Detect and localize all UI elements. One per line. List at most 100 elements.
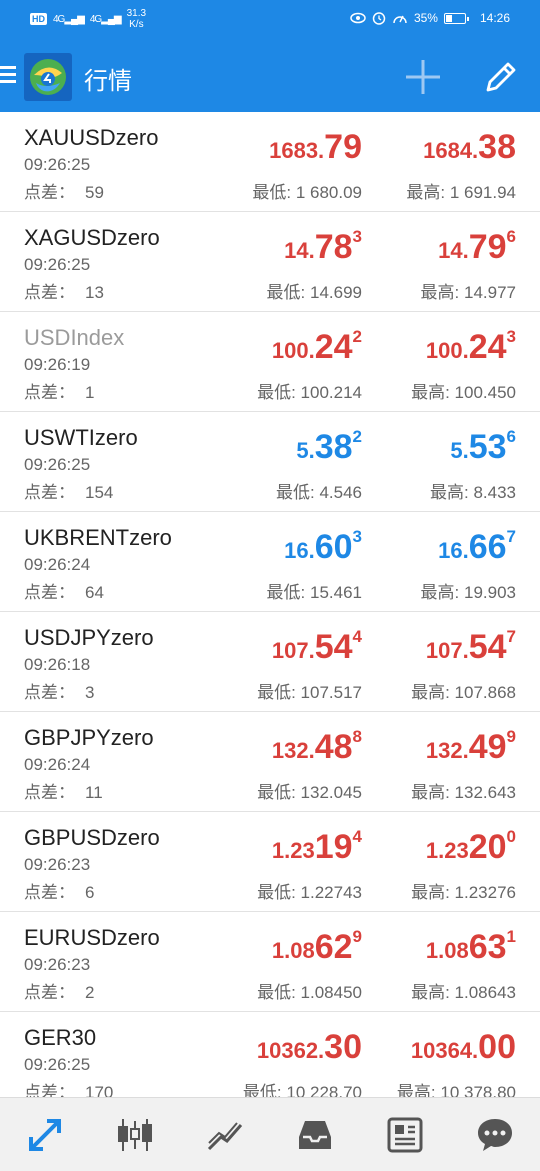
bid-price: 132.488 bbox=[271, 727, 362, 766]
quote-row[interactable]: GBPUSDzero 09:26:23 点差： 6 1.23194 1.23200… bbox=[0, 812, 540, 912]
chart-tab[interactable] bbox=[113, 1113, 157, 1157]
plus-icon[interactable] bbox=[404, 58, 442, 96]
ask-price: 5.536 bbox=[450, 427, 516, 466]
arrows-icon bbox=[29, 1118, 61, 1151]
alarm-icon bbox=[372, 12, 386, 25]
bid-price: 5.382 bbox=[296, 427, 362, 466]
ask-price: 132.499 bbox=[425, 727, 516, 766]
inbox-icon bbox=[299, 1120, 331, 1149]
bid-price: 1683.79 bbox=[269, 128, 362, 166]
quotes-tab[interactable] bbox=[23, 1113, 67, 1157]
spread: 点差： 2 bbox=[24, 978, 94, 1003]
spread: 点差： 13 bbox=[24, 278, 104, 303]
clock: 14:26 bbox=[479, 11, 510, 25]
spread-label: 点差： bbox=[24, 683, 75, 702]
signal-icon: 4G▂▄▆ bbox=[53, 13, 85, 25]
quote-time: 09:26:19 bbox=[24, 355, 91, 374]
symbol-name: USDJPYzero bbox=[24, 625, 154, 650]
newspaper-icon bbox=[387, 1117, 423, 1152]
quote-time: 09:26:25 bbox=[24, 1055, 91, 1074]
bid-price: 1.23194 bbox=[271, 827, 362, 866]
spread-value: 1 bbox=[85, 383, 95, 402]
network-speed: 31.3 K/s bbox=[127, 8, 146, 30]
quote-row[interactable]: USDJPYzero 09:26:18 点差： 3 107.544 107.547… bbox=[0, 612, 540, 712]
high-price: 最高: 14.977 bbox=[420, 283, 516, 302]
battery-percent: 35% bbox=[413, 11, 438, 25]
news-tab[interactable] bbox=[383, 1113, 427, 1157]
spread: 点差： 154 bbox=[24, 478, 113, 503]
trend-icon bbox=[207, 1121, 243, 1150]
spread: 点差： 64 bbox=[24, 578, 104, 603]
spread: 点差： 59 bbox=[24, 178, 104, 203]
quote-row[interactable]: EURUSDzero 09:26:23 点差： 2 1.08629 1.08631… bbox=[0, 912, 540, 1012]
history-tab[interactable] bbox=[293, 1113, 337, 1157]
spread-value: 11 bbox=[85, 783, 103, 802]
quote-time: 09:26:24 bbox=[24, 555, 91, 574]
ask-price: 14.796 bbox=[438, 227, 516, 266]
high-price: 最高: 10 378.80 bbox=[396, 1083, 516, 1097]
quote-row[interactable]: USWTIzero 09:26:25 点差： 154 5.382 5.536 最低… bbox=[0, 412, 540, 512]
bid-price: 16.603 bbox=[284, 527, 362, 566]
spread: 点差： 1 bbox=[24, 378, 94, 403]
symbol-name: UKBRENTzero bbox=[24, 525, 172, 550]
candlestick-icon bbox=[118, 1118, 152, 1151]
low-price: 最低: 1.08450 bbox=[257, 983, 362, 1002]
symbol-name: XAUUSDzero bbox=[24, 125, 159, 150]
quote-list[interactable]: XAUUSDzero 09:26:25 点差： 59 1683.79 1684.3… bbox=[0, 112, 540, 1097]
ask-price: 1.08631 bbox=[425, 927, 516, 966]
low-price: 最低: 132.045 bbox=[257, 783, 362, 802]
spread: 点差： 170 bbox=[24, 1078, 113, 1097]
quote-row[interactable]: GBPJPYzero 09:26:24 点差： 11 132.488 132.49… bbox=[0, 712, 540, 812]
quote-time: 09:26:24 bbox=[24, 755, 91, 774]
high-price: 最高: 1.08643 bbox=[411, 983, 516, 1002]
high-price: 最高: 1 691.94 bbox=[406, 183, 516, 202]
spread-label: 点差： bbox=[24, 1083, 75, 1097]
quote-time: 09:26:25 bbox=[24, 455, 91, 474]
hd-badge: HD bbox=[30, 13, 47, 25]
page-title: 行情 bbox=[84, 68, 132, 95]
quote-row[interactable]: UKBRENTzero 09:26:24 点差： 64 16.603 16.667… bbox=[0, 512, 540, 612]
status-bar: HD 4G▂▄▆ 4G▂▄▆ 31.3 K/s 35% 14:26 bbox=[0, 0, 540, 40]
high-price: 最高: 107.868 bbox=[411, 683, 516, 702]
speedometer-icon bbox=[393, 15, 407, 24]
trade-tab[interactable] bbox=[203, 1113, 247, 1157]
spread-value: 3 bbox=[85, 683, 95, 702]
ask-price: 16.667 bbox=[438, 527, 516, 566]
symbol-name: GBPJPYzero bbox=[24, 725, 154, 750]
ask-price: 10364.00 bbox=[410, 1028, 516, 1066]
symbol-name: USWTIzero bbox=[24, 425, 138, 450]
quote-row[interactable]: USDIndex 09:26:19 点差： 1 100.242 100.243 最… bbox=[0, 312, 540, 412]
low-price: 最低: 14.699 bbox=[266, 283, 362, 302]
quote-time: 09:26:18 bbox=[24, 655, 91, 674]
high-price: 最高: 8.433 bbox=[430, 483, 516, 502]
edit-icon[interactable] bbox=[482, 58, 520, 96]
high-price: 最高: 132.643 bbox=[411, 783, 516, 802]
spread-label: 点差： bbox=[24, 983, 75, 1002]
battery-icon bbox=[443, 12, 469, 24]
spread-value: 6 bbox=[85, 883, 95, 902]
spread: 点差： 3 bbox=[24, 678, 94, 703]
low-price: 最低: 15.461 bbox=[266, 583, 362, 602]
bid-price: 10362.30 bbox=[256, 1028, 362, 1066]
quote-row[interactable]: GER30 09:26:25 点差： 170 10362.30 10364.00 … bbox=[0, 1012, 540, 1097]
bid-price: 1.08629 bbox=[271, 927, 362, 966]
high-price: 最高: 19.903 bbox=[420, 583, 516, 602]
chat-tab[interactable] bbox=[473, 1113, 517, 1157]
quote-row[interactable]: XAGUSDzero 09:26:25 点差： 13 14.783 14.796 … bbox=[0, 212, 540, 312]
ask-price: 107.547 bbox=[425, 627, 516, 666]
ask-price: 1.23200 bbox=[425, 827, 516, 866]
spread-label: 点差： bbox=[24, 383, 75, 402]
menu-icon[interactable] bbox=[0, 66, 16, 86]
speed-unit: K/s bbox=[129, 19, 144, 30]
high-price: 最高: 100.450 bbox=[411, 383, 516, 402]
symbol-name: XAGUSDzero bbox=[24, 225, 160, 250]
ask-price: 1684.38 bbox=[423, 128, 516, 166]
quote-time: 09:26:25 bbox=[24, 155, 91, 174]
quote-time: 09:26:25 bbox=[24, 255, 91, 274]
spread-value: 64 bbox=[85, 583, 104, 602]
speed-value: 31.3 bbox=[126, 8, 147, 19]
high-price: 最高: 1.23276 bbox=[411, 883, 516, 902]
quote-row[interactable]: XAUUSDzero 09:26:25 点差： 59 1683.79 1684.3… bbox=[0, 112, 540, 212]
spread-label: 点差： bbox=[24, 783, 75, 802]
spread-value: 59 bbox=[85, 183, 104, 202]
